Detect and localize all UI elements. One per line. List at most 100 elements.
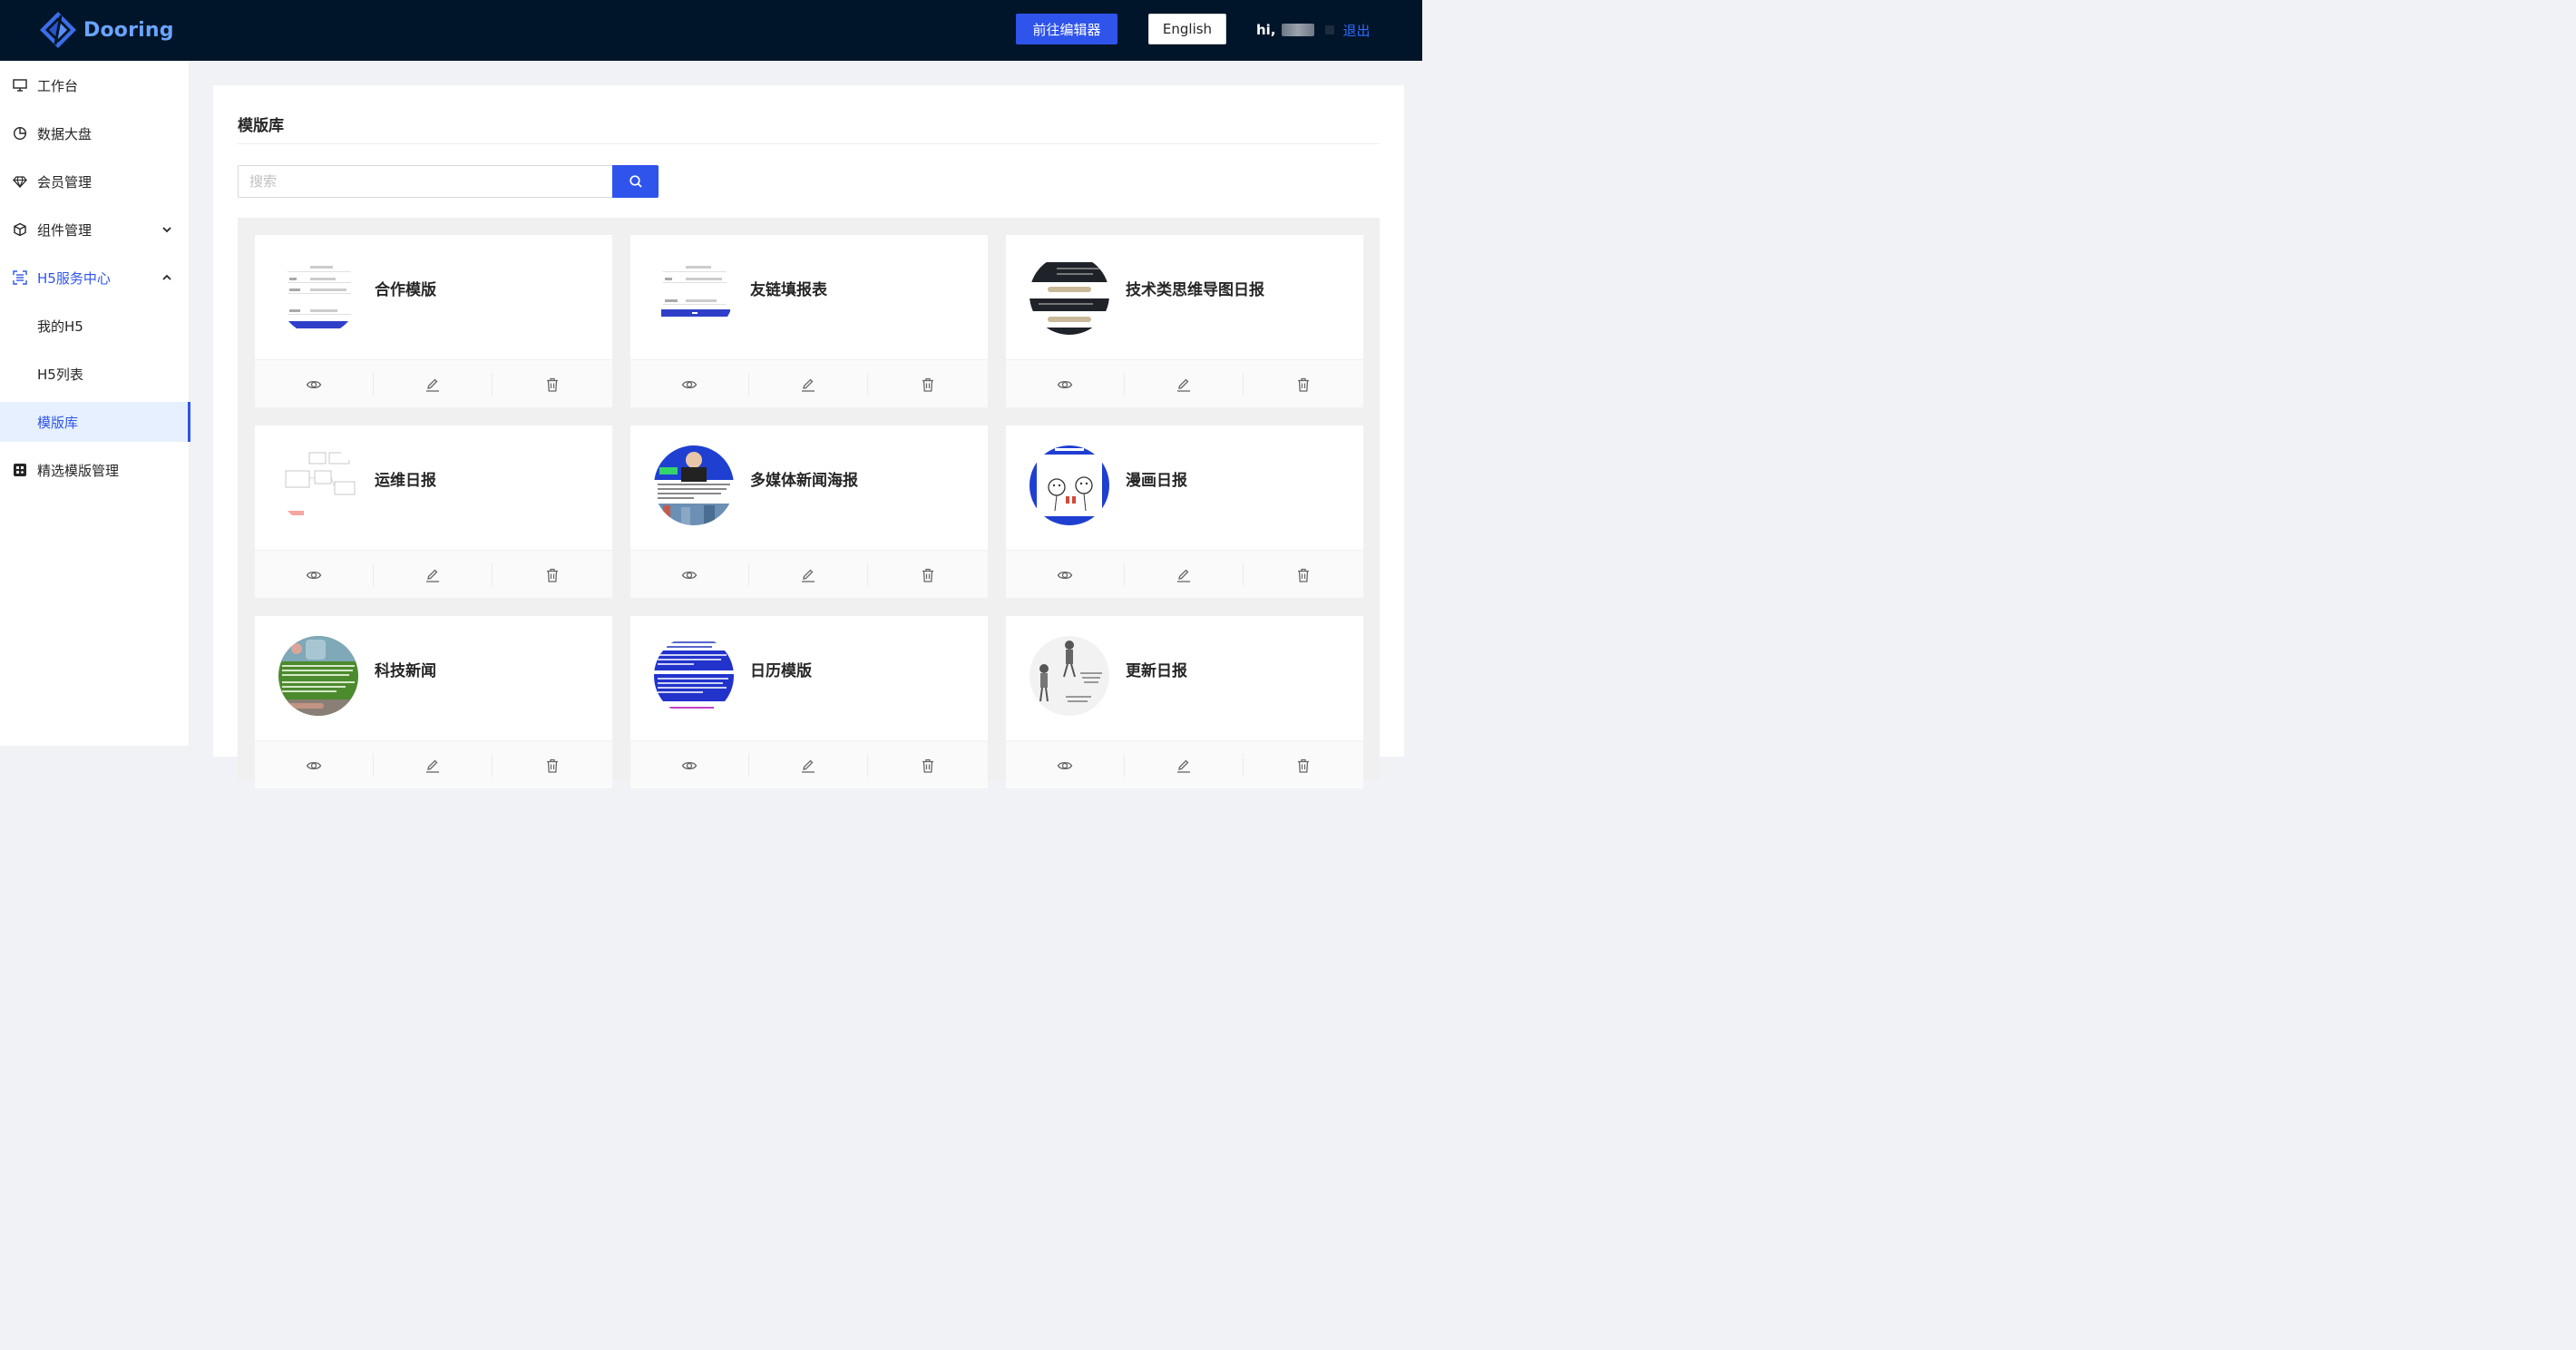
search-input[interactable] [238, 165, 612, 198]
trash-icon [1297, 377, 1309, 392]
edit-icon [426, 378, 439, 392]
delete-button[interactable] [493, 754, 611, 777]
template-thumbnail[interactable] [1029, 445, 1109, 525]
edit-icon [1177, 759, 1190, 773]
template-thumbnail[interactable] [278, 255, 358, 335]
delete-button[interactable] [868, 563, 987, 586]
sidebar-item-h5-list[interactable]: H5列表 [0, 354, 190, 394]
edit-icon [802, 378, 815, 392]
template-thumbnail[interactable] [654, 255, 734, 335]
top-header: Dooring 前往编辑器 English hi, 退出 [0, 0, 1422, 61]
preview-button[interactable] [255, 754, 374, 777]
eye-icon [306, 380, 322, 388]
template-card[interactable]: 漫画日报 [1006, 426, 1363, 598]
template-card[interactable]: 科技新闻 [255, 616, 612, 788]
sidebar-item-workbench[interactable]: 工作台 [0, 65, 190, 105]
card-actions [255, 359, 612, 407]
go-to-editor-button[interactable]: 前往编辑器 [1016, 14, 1117, 44]
sidebar-item-label: 会员管理 [37, 173, 93, 191]
page-title: 模版库 [238, 117, 284, 135]
sidebar-item-component-management[interactable]: 组件管理 [0, 210, 190, 249]
main-content: 模版库 合作模版 [213, 85, 1404, 788]
template-thumbnail[interactable] [654, 636, 734, 716]
template-card[interactable]: 多媒体新闻海报 [630, 426, 988, 598]
preview-button[interactable] [1006, 373, 1125, 396]
edit-button[interactable] [374, 563, 493, 586]
template-thumbnail[interactable] [1029, 255, 1109, 335]
edit-icon [802, 569, 815, 582]
divider [238, 143, 1380, 144]
logo-text: Dooring [83, 18, 174, 42]
template-card[interactable]: 合作模版 [255, 235, 612, 407]
logout-link[interactable]: 退出 [1343, 21, 1371, 40]
trash-icon [922, 568, 933, 582]
card-actions [630, 359, 988, 407]
sidebar-item-h5-service-center[interactable]: H5服务中心 [0, 258, 190, 298]
delete-button[interactable] [868, 373, 987, 396]
app-logo[interactable]: Dooring [38, 10, 174, 50]
preview-button[interactable] [255, 563, 374, 586]
sidebar-item-my-h5[interactable]: 我的H5 [0, 306, 190, 346]
template-name: 更新日报 [1126, 662, 1187, 680]
apps-icon [12, 462, 28, 478]
language-switch-button[interactable]: English [1148, 14, 1226, 44]
preview-button[interactable] [630, 373, 749, 396]
edit-button[interactable] [1125, 373, 1244, 396]
edit-icon [426, 569, 439, 582]
template-name: 日历模版 [750, 662, 812, 680]
template-card[interactable]: 运维日报 [255, 426, 612, 598]
preview-button[interactable] [630, 754, 749, 777]
template-card[interactable]: 日历模版 [630, 616, 988, 788]
template-card[interactable]: 友链填报表 [630, 235, 988, 407]
trash-icon [546, 758, 558, 773]
card-actions [1006, 740, 1363, 788]
template-card[interactable]: 技术类思维导图日报 [1006, 235, 1363, 407]
template-name: 漫画日报 [1126, 472, 1187, 490]
edit-button[interactable] [1125, 563, 1244, 586]
preview-button[interactable] [255, 373, 374, 396]
edit-button[interactable] [374, 373, 493, 396]
delete-button[interactable] [1244, 563, 1362, 586]
edit-icon [802, 759, 815, 773]
sidebar-item-template-library[interactable]: 模版库 [0, 402, 190, 442]
template-thumbnail[interactable] [1029, 636, 1109, 716]
template-name: 运维日报 [375, 472, 436, 490]
sidebar-item-data-dashboard[interactable]: 数据大盘 [0, 113, 190, 153]
edit-button[interactable] [1125, 754, 1244, 777]
delete-button[interactable] [868, 754, 987, 777]
scan-icon [12, 269, 28, 286]
delete-button[interactable] [493, 373, 611, 396]
eye-icon [681, 380, 698, 388]
template-thumbnail[interactable] [278, 636, 358, 716]
sidebar-item-label: 精选模版管理 [37, 462, 120, 479]
preview-button[interactable] [1006, 563, 1125, 586]
template-thumbnail[interactable] [654, 445, 734, 525]
sidebar: 工作台 数据大盘 会员管理 组件管理 H5服务中心 我的H5 H5列表 模版库 [0, 61, 190, 746]
edit-button[interactable] [749, 563, 868, 586]
cube-icon [12, 221, 28, 238]
preview-button[interactable] [630, 563, 749, 586]
eye-icon [306, 761, 322, 769]
trash-icon [546, 377, 558, 392]
edit-button[interactable] [374, 754, 493, 777]
sidebar-item-member-management[interactable]: 会员管理 [0, 161, 190, 201]
diamond-icon [12, 173, 28, 190]
chevron-up-icon [162, 274, 171, 280]
delete-button[interactable] [1244, 373, 1362, 396]
trash-icon [922, 377, 933, 392]
user-info: hi, 退出 [1256, 20, 1371, 40]
preview-button[interactable] [1006, 754, 1125, 777]
template-name: 科技新闻 [375, 662, 436, 680]
edit-button[interactable] [749, 373, 868, 396]
delete-button[interactable] [493, 563, 611, 586]
edit-button[interactable] [749, 754, 868, 777]
eye-icon [306, 571, 322, 579]
sidebar-item-featured-templates[interactable]: 精选模版管理 [0, 450, 190, 490]
template-thumbnail[interactable] [278, 445, 358, 525]
delete-button[interactable] [1244, 754, 1362, 777]
template-grid: 合作模版 友链填报表 技术类思维导图日报 运维日报 多媒体新闻海报 漫画日报 科… [238, 218, 1380, 788]
template-card[interactable]: 更新日报 [1006, 616, 1363, 788]
sidebar-item-label: 模版库 [37, 414, 79, 431]
search-button[interactable] [612, 165, 659, 198]
edit-icon [426, 759, 439, 773]
